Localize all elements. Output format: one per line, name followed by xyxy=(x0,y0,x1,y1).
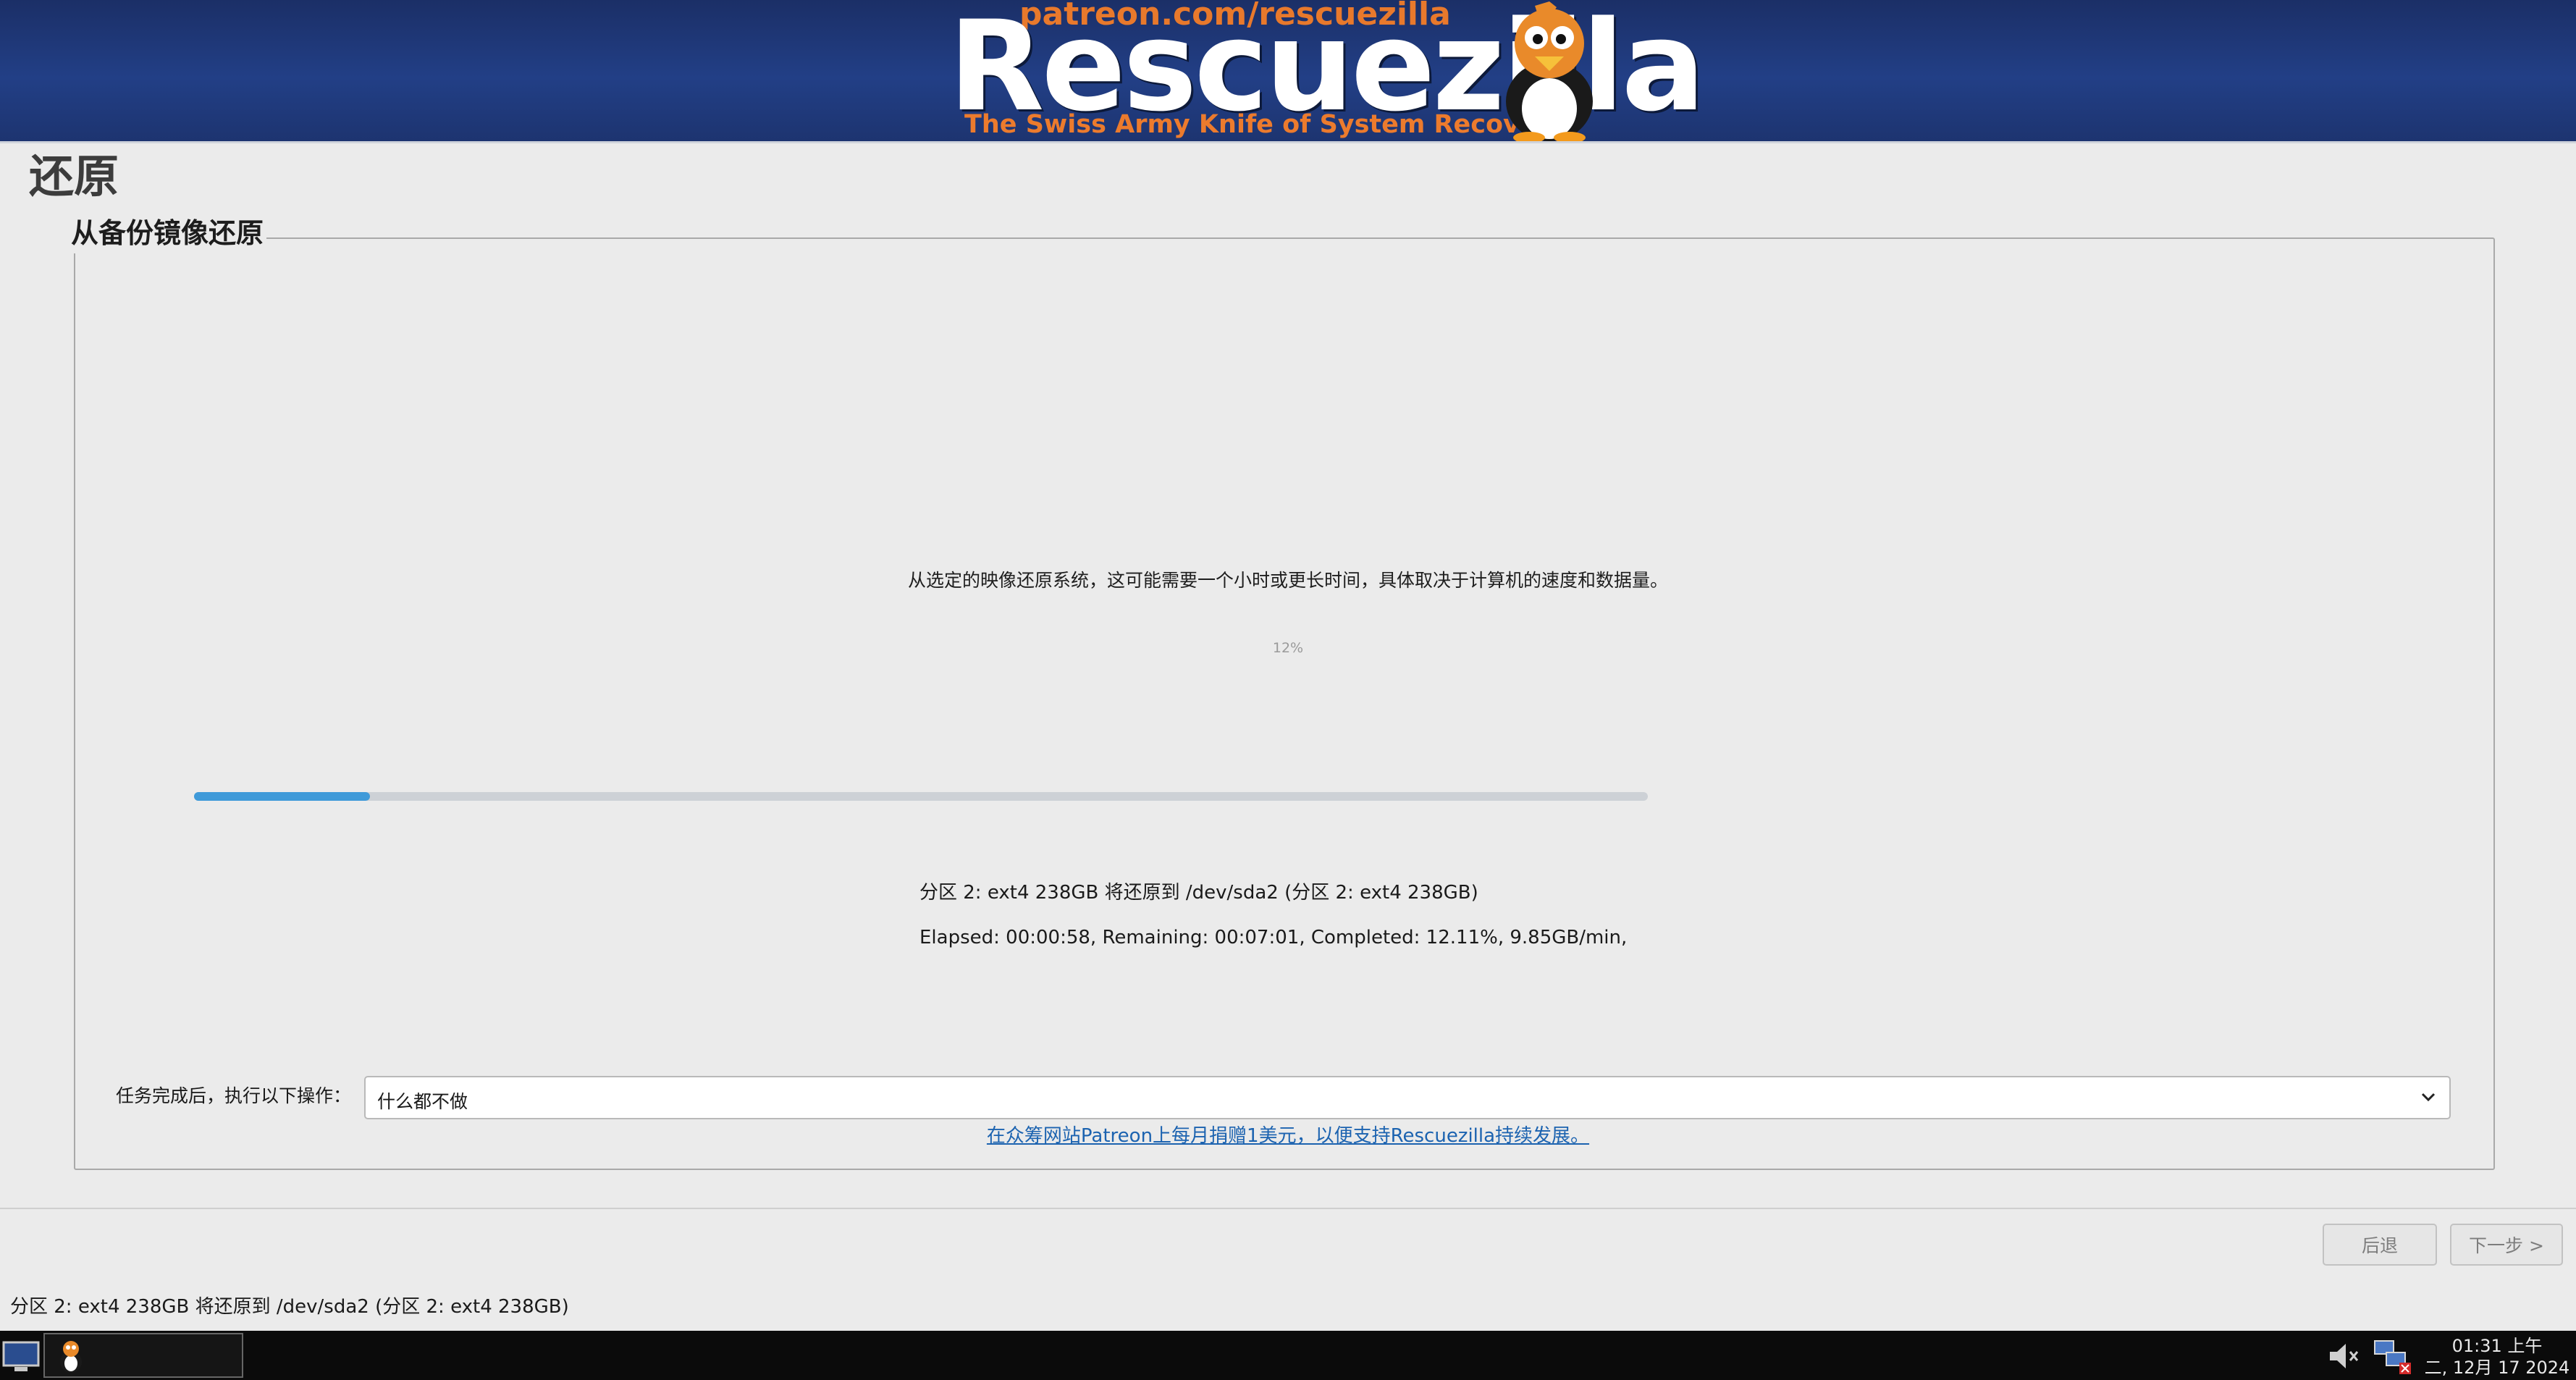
restore-frame xyxy=(74,237,2495,1170)
header-banner: patreon.com/rescuezilla Rescuezilla The … xyxy=(0,0,2576,143)
divider xyxy=(0,1208,2576,1209)
penguin-mascot-icon xyxy=(1506,1,1593,141)
partition-info: 分区 2: ext4 238GB 将还原到 /dev/sda2 (分区 2: e… xyxy=(919,882,1478,904)
volume-muted-icon[interactable] xyxy=(2327,1341,2362,1371)
clock[interactable]: 01:31 上午 二, 12月 17 2024 xyxy=(2418,1335,2576,1379)
page-title: 还原 xyxy=(29,150,119,203)
after-completion-label: 任务完成后，执行以下操作： xyxy=(116,1085,352,1106)
patreon-donate-link[interactable]: 在众筹网站Patreon上每月捐赠1美元，以便支持Rescuezilla持续发展… xyxy=(0,1121,2576,1148)
progress-bar-fill xyxy=(194,792,370,801)
progress-bar xyxy=(194,792,1648,801)
app-tagline: The Swiss Army Knife of System Recovery xyxy=(964,110,1566,139)
status-bar: 分区 2: ext4 238GB 将还原到 /dev/sda2 (分区 2: e… xyxy=(10,1296,569,1318)
next-button[interactable]: 下一步 > xyxy=(2450,1224,2563,1266)
restore-description: 从选定的映像还原系统，这可能需要一个小时或更长时间，具体取决于计算机的速度和数据… xyxy=(907,570,1668,591)
after-completion-select[interactable]: 什么都不做 xyxy=(364,1076,2451,1119)
after-completion-value: 什么都不做 xyxy=(377,1091,468,1112)
back-button[interactable]: 后退 xyxy=(2323,1224,2437,1266)
taskbar-app-rescuezilla[interactable] xyxy=(43,1333,243,1378)
progress-percent-label: 12% xyxy=(1272,640,1304,656)
penguin-app-icon xyxy=(60,1341,82,1373)
chevron-down-icon xyxy=(2421,1093,2436,1102)
show-desktop-icon[interactable] xyxy=(1,1337,41,1374)
clock-date: 二, 12月 17 2024 xyxy=(2424,1358,2570,1378)
network-disconnected-icon[interactable] xyxy=(2372,1338,2414,1376)
taskbar: 01:31 上午 二, 12月 17 2024 xyxy=(0,1331,2576,1380)
section-title: 从备份镜像还原 xyxy=(71,213,267,253)
progress-stats: Elapsed: 00:00:58, Remaining: 00:07:01, … xyxy=(919,927,1628,948)
clock-time: 01:31 上午 xyxy=(2451,1336,2543,1356)
